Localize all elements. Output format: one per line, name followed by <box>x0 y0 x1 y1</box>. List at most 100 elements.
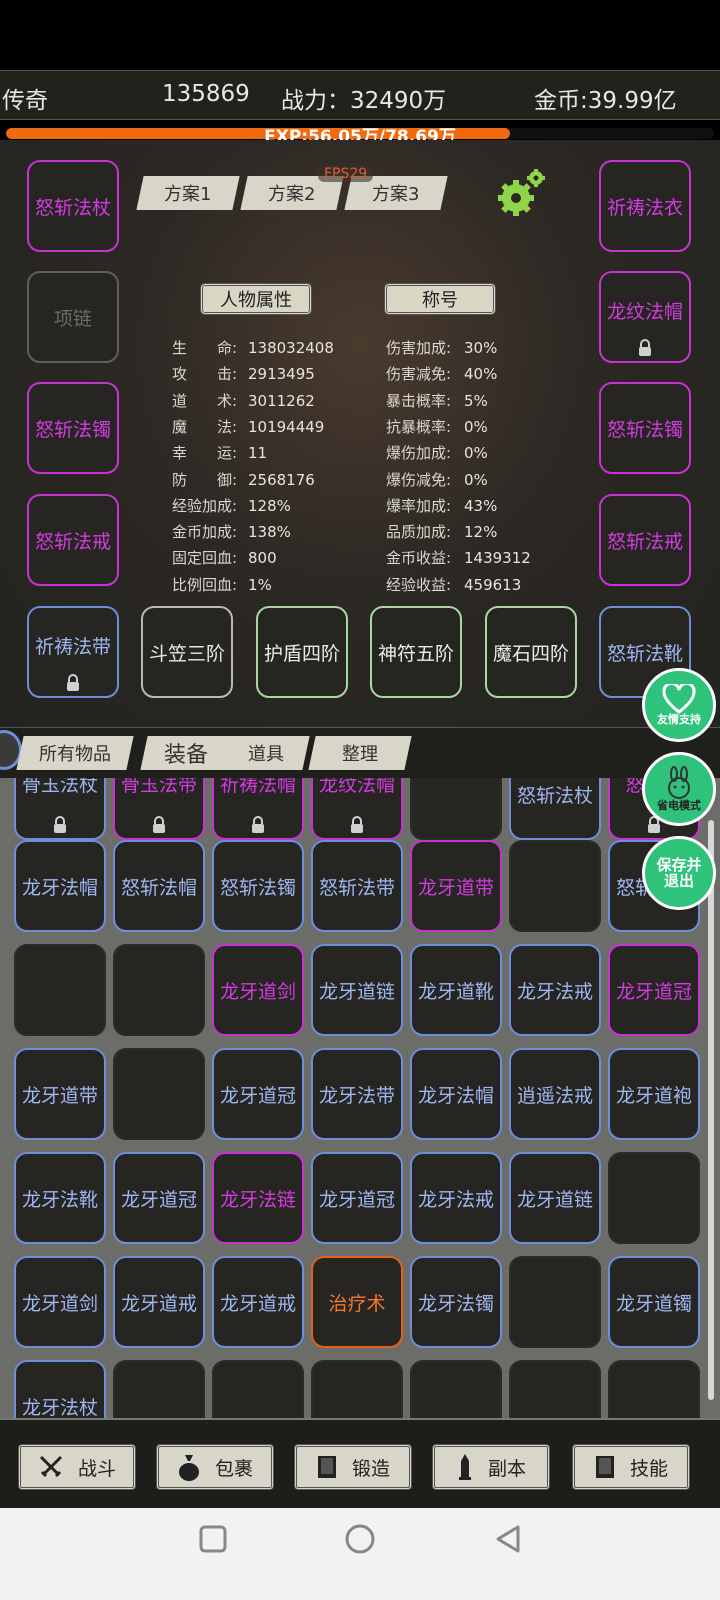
bag-empty-slot[interactable] <box>212 1360 304 1418</box>
bag-scrollbar[interactable] <box>708 820 714 1400</box>
bag-item[interactable]: 龙牙法靴 <box>14 1152 106 1244</box>
bag-item-label: 怒斩法带 <box>318 876 395 899</box>
stat-row: 幸 运: 11 <box>172 442 267 463</box>
bag-item[interactable]: 治疗术 <box>311 1256 403 1348</box>
bag-item[interactable]: 龙牙道戒 <box>212 1256 304 1348</box>
bag-item[interactable]: 龙牙道袍 <box>608 1048 700 1140</box>
bag-item[interactable]: 龙牙法镯 <box>410 1256 502 1348</box>
bag-item-label: 龙牙道带 <box>417 876 494 899</box>
stat-label: 品质加成: <box>386 523 452 542</box>
bag-item[interactable]: 龙牙道链 <box>311 944 403 1036</box>
equip-slot-talisman[interactable]: 神符五阶 <box>370 606 462 698</box>
equip-slot-helmet[interactable]: 龙纹法帽 <box>599 271 691 363</box>
bag-item-label: 龙牙法镯 <box>417 1292 494 1315</box>
stat-value: 0% <box>464 470 488 489</box>
bag-item[interactable]: 龙牙道剑 <box>212 944 304 1036</box>
bag-item[interactable]: 龙牙法帽 <box>14 840 106 932</box>
tab-all-items[interactable]: 所有物品 <box>16 736 134 770</box>
nav-forge-button[interactable]: 锻造 <box>294 1444 412 1490</box>
equip-slot-ring-left[interactable]: 怒斩法戒 <box>27 494 119 586</box>
bag-item[interactable]: 骨玉法带 <box>113 778 205 840</box>
character-panel: 方案1 方案2 方案3 FPS29 怒斩法杖 项链 怒斩法镯 怒斩法戒 祈祷法衣… <box>0 140 720 728</box>
back-icon[interactable] <box>492 1523 524 1555</box>
bag-empty-slot[interactable] <box>113 1048 205 1140</box>
stat-label: 经验加成: <box>172 496 238 515</box>
bag-item[interactable]: 龙牙法杖 <box>14 1360 106 1418</box>
bag-item[interactable]: 龙牙道冠 <box>212 1048 304 1140</box>
scheme-1-tab[interactable]: 方案1 <box>136 176 240 210</box>
equip-slot-shield[interactable]: 护盾四阶 <box>256 606 348 698</box>
power-save-button[interactable]: 省电模式 <box>642 752 716 826</box>
equip-slot-hat[interactable]: 斗笠三阶 <box>141 606 233 698</box>
equip-slot-belt[interactable]: 祈祷法带 <box>27 606 119 698</box>
character-attributes-button[interactable]: 人物属性 <box>200 283 312 315</box>
bag-empty-slot[interactable] <box>113 1360 205 1418</box>
nav-skills-button[interactable]: 技能 <box>572 1444 690 1490</box>
recent-apps-icon[interactable] <box>198 1524 228 1554</box>
bag-item[interactable]: 怒斩法帽 <box>113 840 205 932</box>
stat-row: 爆率加成: 43% <box>386 495 497 516</box>
bag-empty-slot[interactable] <box>410 778 502 840</box>
support-button[interactable]: 友情支持 <box>642 668 716 742</box>
bag-item[interactable]: 龙牙道戒 <box>113 1256 205 1348</box>
bag-empty-slot[interactable] <box>410 1360 502 1418</box>
bag-item-label: 骨玉法带 <box>120 778 197 796</box>
lock-icon <box>250 816 266 834</box>
bag-empty-slot[interactable] <box>113 944 205 1036</box>
bag-item[interactable]: 龙牙道镯 <box>608 1256 700 1348</box>
equip-slot-ring-right[interactable]: 怒斩法戒 <box>599 494 691 586</box>
tab-sort[interactable]: 整理 <box>308 736 412 770</box>
bag-item[interactable]: 龙牙道冠 <box>608 944 700 1036</box>
bag-empty-slot[interactable] <box>608 1152 700 1244</box>
bag-empty-slot[interactable] <box>14 944 106 1036</box>
bag-item[interactable]: 怒斩法镯 <box>212 840 304 932</box>
equip-slot-armor[interactable]: 祈祷法衣 <box>599 160 691 252</box>
bag-item-label: 龙牙道戒 <box>120 1292 197 1315</box>
bag-empty-slot[interactable] <box>311 1360 403 1418</box>
bag-item[interactable]: 龙牙道靴 <box>410 944 502 1036</box>
bag-item[interactable]: 龙牙法帽 <box>410 1048 502 1140</box>
bag-item[interactable]: 龙牙道带 <box>410 840 502 932</box>
equip-slot-bracelet-right[interactable]: 怒斩法镯 <box>599 382 691 474</box>
bag-item[interactable]: 龙牙道冠 <box>113 1152 205 1244</box>
tab-equipment[interactable]: 装备 <box>140 736 232 770</box>
equip-slot-necklace[interactable]: 项链 <box>27 271 119 363</box>
bag-item[interactable]: 龙纹法帽 <box>311 778 403 840</box>
equip-slot-gem[interactable]: 魔石四阶 <box>485 606 577 698</box>
bag-item-label: 治疗术 <box>328 1292 386 1315</box>
save-exit-button[interactable]: 保存并退出 <box>642 836 716 910</box>
nav-bag-button[interactable]: 包裹 <box>156 1444 274 1490</box>
bag-item[interactable]: 龙牙道冠 <box>311 1152 403 1244</box>
title-button[interactable]: 称号 <box>384 283 496 315</box>
bag-item[interactable]: 逍遥法戒 <box>509 1048 601 1140</box>
stat-label: 爆率加成: <box>386 496 452 515</box>
bag-item[interactable]: 龙牙法链 <box>212 1152 304 1244</box>
equip-slot-bracelet-left[interactable]: 怒斩法镯 <box>27 382 119 474</box>
lock-icon <box>65 674 81 692</box>
stat-value: 40% <box>464 365 498 384</box>
nav-dungeon-button[interactable]: 副本 <box>432 1444 550 1490</box>
bag-item-label: 怒斩法镯 <box>219 876 296 899</box>
bag-item[interactable]: 龙牙法戒 <box>410 1152 502 1244</box>
bag-empty-slot[interactable] <box>509 840 601 932</box>
lock-icon <box>637 339 653 357</box>
stat-label: 金币加成: <box>172 523 238 542</box>
stat-label: 魔 法: <box>172 417 238 436</box>
home-icon[interactable] <box>344 1523 376 1555</box>
bag-item[interactable]: 怒斩法杖 <box>509 778 601 840</box>
equip-slot-weapon[interactable]: 怒斩法杖 <box>27 160 119 252</box>
bag-empty-slot[interactable] <box>608 1360 700 1418</box>
nav-battle-button[interactable]: 战斗 <box>18 1444 136 1490</box>
bag-item[interactable]: 龙牙法带 <box>311 1048 403 1140</box>
settings-gear-icon[interactable] <box>496 168 548 224</box>
bag-item[interactable]: 怒斩法带 <box>311 840 403 932</box>
bag-item[interactable]: 龙牙道链 <box>509 1152 601 1244</box>
bag-item[interactable]: 龙牙道剑 <box>14 1256 106 1348</box>
tab-props[interactable]: 道具 <box>222 736 310 770</box>
bag-item[interactable]: 骨玉法杖 <box>14 778 106 840</box>
bag-empty-slot[interactable] <box>509 1360 601 1418</box>
bag-empty-slot[interactable] <box>509 1256 601 1348</box>
bag-item[interactable]: 龙牙法戒 <box>509 944 601 1036</box>
bag-item[interactable]: 祈祷法帽 <box>212 778 304 840</box>
bag-item[interactable]: 龙牙道带 <box>14 1048 106 1140</box>
